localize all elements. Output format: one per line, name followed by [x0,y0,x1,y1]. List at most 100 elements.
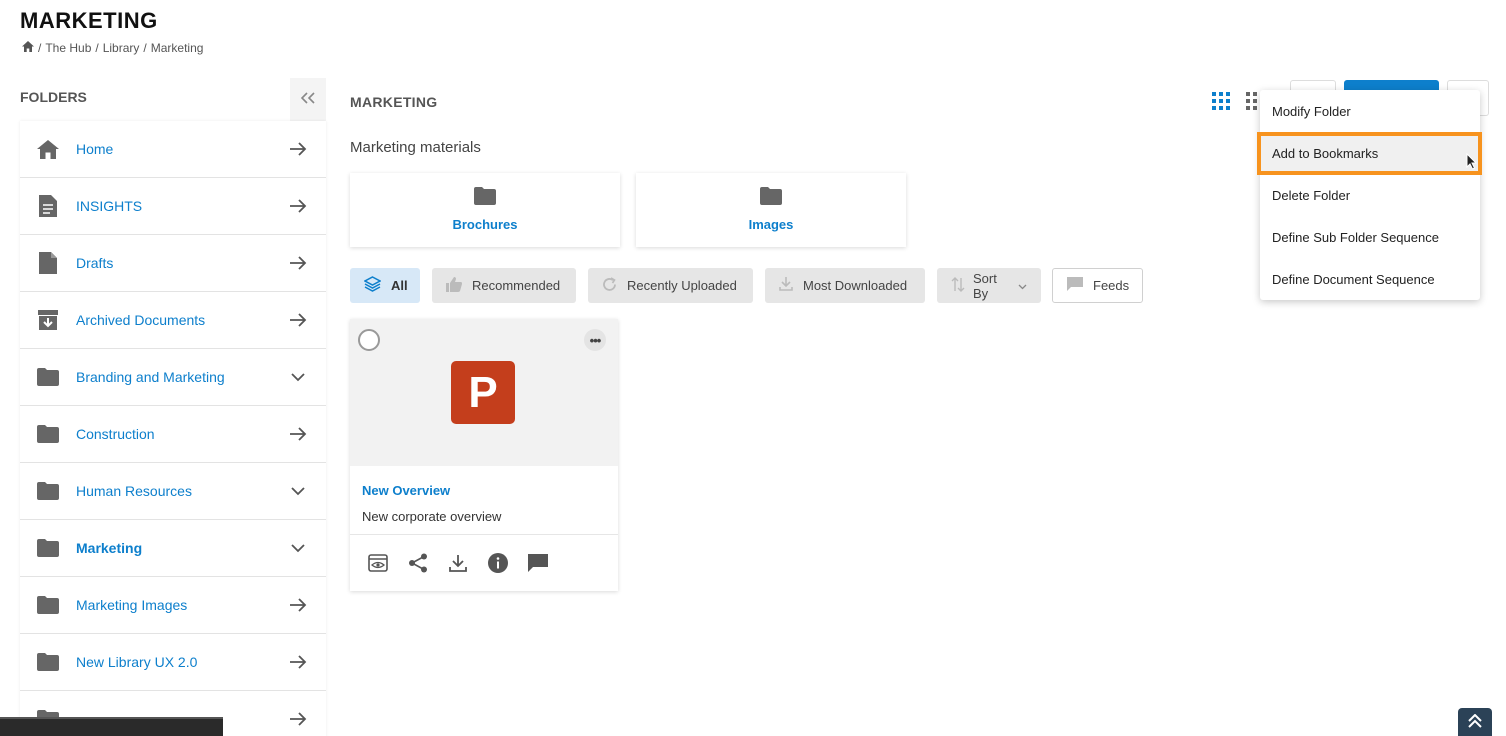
menu-item-delete-folder[interactable]: Delete Folder [1260,174,1480,216]
arrow-right-icon[interactable] [288,253,308,273]
document-icon [37,195,59,217]
sidebar-item-label: Archived Documents [76,312,206,328]
folder-icon [474,187,496,207]
breadcrumb-item-marketing: Marketing [150,41,204,55]
folder-icon [37,366,59,388]
document-actions [350,534,618,591]
folder-icon [37,423,59,445]
arrow-right-icon[interactable] [288,196,308,216]
breadcrumb-separator: / [38,41,42,55]
folder-icon [37,537,59,559]
mouse-cursor-icon [1466,152,1478,175]
sidebar-item-label: Marketing Images [76,597,188,613]
breadcrumb-separator: / [95,41,99,55]
filter-all-button[interactable]: All [350,268,420,303]
more-options-button[interactable]: ••• [584,329,606,351]
sidebar-item-label: Drafts [76,255,114,271]
sidebar-item-home[interactable]: Home [20,121,326,178]
breadcrumb-item-library[interactable]: Library [103,41,140,55]
chevron-down-icon[interactable] [288,538,308,558]
filter-most-downloaded-button[interactable]: Most Downloaded [765,268,925,303]
subfolder-card-images[interactable]: Images [636,173,906,247]
layers-icon [363,276,382,295]
main-title: MARKETING [350,94,438,110]
folder-icon [37,480,59,502]
subfolder-card-brochures[interactable]: Brochures [350,173,620,247]
feeds-button[interactable]: Feeds [1052,268,1143,303]
share-icon[interactable] [407,552,429,574]
home-icon [37,138,59,160]
document-card[interactable]: ••• P New Overview New corporate overvie… [350,319,618,591]
menu-item-define-sub-folder-sequence[interactable]: Define Sub Folder Sequence [1260,216,1480,258]
grid-view-icon[interactable] [1212,92,1230,115]
sidebar-item-label: INSIGHTS [76,198,143,214]
chevron-down-icon[interactable] [288,367,308,387]
filter-label: Most Downloaded [803,278,908,293]
refresh-icon [602,276,617,295]
collapse-sidebar-button[interactable] [290,78,326,121]
file-icon [37,252,59,274]
thumbs-up-icon [446,276,462,295]
folder-icon [37,594,59,616]
sort-icon [951,276,965,295]
arrow-right-icon[interactable] [288,310,308,330]
section-title: Marketing materials [350,139,481,156]
filter-label: Sort By [973,270,997,301]
menu-item-add-to-bookmarks[interactable]: Add to Bookmarks [1260,132,1480,174]
filter-label: All [391,278,408,293]
breadcrumb-item-hub[interactable]: The Hub [45,41,91,55]
sidebar-item-construction[interactable]: Construction [20,406,326,463]
comment-icon [1067,277,1083,294]
info-icon[interactable] [487,552,509,574]
comment-icon[interactable] [527,552,549,574]
bottom-status-bar [0,717,223,736]
page-title: MARKETING [20,8,158,33]
sidebar-item-marketing-images[interactable]: Marketing Images [20,577,326,634]
breadcrumb: / The Hub / Library / Marketing [22,41,203,55]
double-chevron-left-icon [300,91,315,109]
select-document-radio[interactable] [358,329,380,351]
sidebar-item-label: Marketing [76,540,143,556]
preview-icon[interactable] [367,552,389,574]
arrow-right-icon[interactable] [288,709,308,729]
sidebar-item-new-library-ux[interactable]: New Library UX 2.0 [20,634,326,691]
filter-label: Feeds [1093,278,1130,293]
menu-item-modify-folder[interactable]: Modify Folder [1260,90,1480,132]
double-chevron-up-icon [1468,713,1482,733]
filter-label: Recently Uploaded [627,278,737,293]
powerpoint-icon: P [451,361,515,424]
sort-by-button[interactable]: Sort By [937,268,1041,303]
folder-list: Home INSIGHTS Drafts Archived Documents … [20,121,326,736]
arrow-right-icon[interactable] [288,139,308,159]
filter-recently-uploaded-button[interactable]: Recently Uploaded [588,268,753,303]
subfolder-label: Images [748,217,794,232]
sidebar-item-branding-and-marketing[interactable]: Branding and Marketing [20,349,326,406]
sidebar-item-marketing[interactable]: Marketing [20,520,326,577]
sidebar-item-label: Construction [76,426,155,442]
subfolder-label: Brochures [452,217,518,232]
breadcrumb-separator: / [143,41,147,55]
document-title[interactable]: New Overview [362,483,450,498]
sidebar-item-label: New Library UX 2.0 [76,654,198,670]
chevron-down-icon[interactable] [288,481,308,501]
arrow-right-icon[interactable] [288,424,308,444]
sidebar-item-archived-documents[interactable]: Archived Documents [20,292,326,349]
menu-item-define-document-sequence[interactable]: Define Document Sequence [1260,258,1480,300]
download-icon[interactable] [447,552,469,574]
sidebar-item-label: Human Resources [76,483,192,499]
sidebar-item-drafts[interactable]: Drafts [20,235,326,292]
sidebar-title: FOLDERS [20,89,87,105]
document-description: New corporate overview [362,509,502,524]
filter-recommended-button[interactable]: Recommended [432,268,576,303]
arrow-right-icon[interactable] [288,595,308,615]
home-icon[interactable] [22,41,34,55]
scroll-to-top-button[interactable] [1458,708,1492,736]
archive-icon [37,309,59,331]
sidebar-item-insights[interactable]: INSIGHTS [20,178,326,235]
folder-options-menu: Modify Folder Add to Bookmarks Delete Fo… [1260,90,1480,300]
filter-label: Recommended [472,278,561,293]
sidebar-item-human-resources[interactable]: Human Resources [20,463,326,520]
tile-view-icon[interactable] [1246,92,1260,115]
arrow-right-icon[interactable] [288,652,308,672]
document-thumbnail[interactable]: ••• P [350,319,618,466]
